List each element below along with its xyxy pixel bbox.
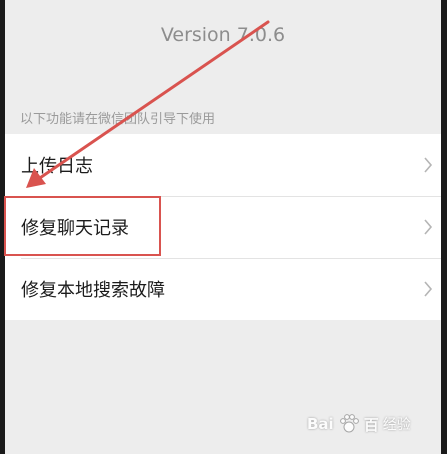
chevron-right-icon [424,219,433,235]
chevron-right-icon [424,157,433,173]
watermark-brand-a: Bai [307,415,334,433]
watermark-brand-b: 百 [363,415,379,434]
app-screen: Version 7.0.6 以下功能请在微信团队引导下使用 上传日志 修复聊天记… [5,0,441,454]
watermark-brand-c: 经验 [382,417,411,433]
list-item-label: 上传日志 [21,156,93,177]
list-item-repair-chat-history[interactable]: 修复聊天记录 [5,196,441,258]
list-item-upload-log[interactable]: 上传日志 [5,134,441,196]
list-item-label: 修复本地搜索故障 [21,280,165,301]
watermark: Bai 百 经验 [307,404,433,444]
chevron-right-icon [424,281,433,297]
section-hint: 以下功能请在微信团队引导下使用 [20,112,216,127]
version-text: Version 7.0.6 [160,24,286,46]
list-item-label: 修复聊天记录 [21,218,129,239]
paw-icon [339,414,359,433]
settings-list: 上传日志 修复聊天记录 修复本地搜索故障 [5,134,441,320]
list-item-repair-local-search[interactable]: 修复本地搜索故障 [5,258,441,320]
